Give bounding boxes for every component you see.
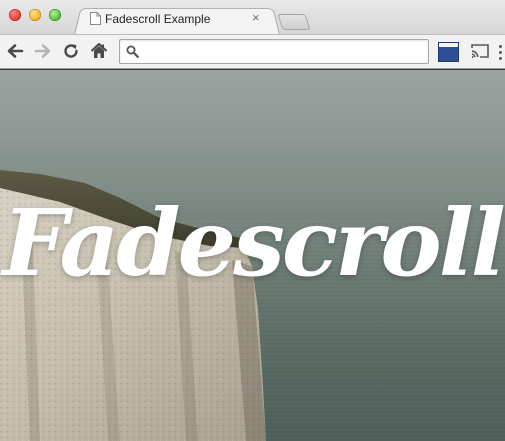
browser-tab-content[interactable]: Fadescroll Example ×: [86, 11, 272, 29]
menu-icon[interactable]: [497, 43, 505, 61]
zoom-window-button[interactable]: [49, 9, 61, 21]
address-input[interactable]: [144, 42, 424, 61]
page-viewport: Fadescroll: [0, 70, 505, 441]
document-icon: [90, 12, 101, 25]
cast-icon[interactable]: [470, 43, 490, 59]
back-arrow-icon: [7, 44, 24, 58]
tab-title: Fadescroll Example: [105, 12, 211, 26]
tab-strip: Fadescroll Example ×: [0, 0, 505, 35]
new-tab-button[interactable]: [277, 14, 311, 30]
address-bar[interactable]: [119, 39, 429, 64]
back-button[interactable]: [4, 40, 26, 62]
minimize-window-button[interactable]: [29, 9, 41, 21]
forward-button[interactable]: [32, 40, 54, 62]
reload-icon: [64, 44, 78, 58]
home-button[interactable]: [88, 40, 110, 62]
forward-arrow-icon: [34, 44, 51, 58]
close-window-button[interactable]: [9, 9, 21, 21]
hero-title: Fadescroll: [2, 189, 505, 297]
extension-icon[interactable]: [438, 42, 459, 62]
browser-toolbar: [0, 34, 505, 69]
search-icon: [126, 45, 139, 58]
tab-close-icon[interactable]: ×: [252, 11, 260, 25]
home-icon: [90, 42, 108, 58]
reload-button[interactable]: [60, 40, 82, 62]
